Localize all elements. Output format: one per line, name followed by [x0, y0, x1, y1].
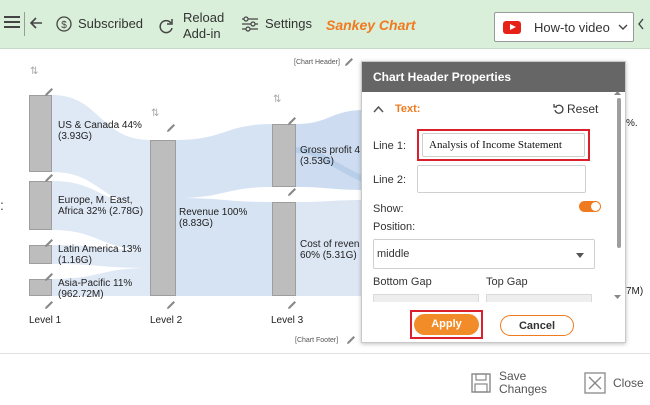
node-label-ap-1: Asia-Pacific 11% — [58, 278, 133, 289]
panel-scrollbar[interactable] — [616, 98, 621, 296]
close-icon — [584, 372, 606, 394]
position-label: Position: — [373, 221, 416, 233]
addin-label: Add-in — [183, 26, 221, 41]
node-label-us-1: US & Canada 44% — [58, 120, 142, 131]
node-label-gp-2: (3.53G) — [300, 156, 334, 167]
line2-label: Line 2: — [373, 174, 407, 186]
dollar-circle-icon: $ — [56, 16, 72, 32]
node-label-la-1: Latin America 13% — [58, 244, 142, 255]
line1-input[interactable] — [422, 133, 585, 157]
howto-label: How-to video — [534, 19, 610, 35]
reload-label: Reload — [183, 10, 225, 25]
level-2-label[interactable]: Level 2 — [150, 315, 182, 326]
chart-header-tag[interactable]: [Chart Header] — [294, 59, 340, 66]
edit-node-pencil-icon[interactable] — [44, 238, 54, 248]
subscribed-button[interactable]: $ Subscribed — [56, 16, 143, 32]
youtube-icon — [503, 20, 521, 34]
show-toggle[interactable] — [579, 201, 601, 212]
edit-level-pencil-icon[interactable] — [44, 300, 54, 310]
save-changes-button[interactable]: Save Changes — [470, 370, 547, 396]
edit-node-pencil-icon[interactable] — [44, 87, 54, 97]
flow-revenue-gross — [176, 124, 272, 198]
close-button[interactable]: Close — [584, 372, 644, 394]
chart-header-properties-panel: Chart Header Properties Text: Reset Line… — [361, 61, 626, 343]
scroll-down-arrow-icon[interactable] — [613, 294, 622, 300]
edit-node-pencil-icon[interactable] — [44, 272, 54, 282]
node-label-ap-2: (962.72M) — [58, 289, 104, 300]
app-title: Sankey Chart — [326, 17, 416, 33]
settings-button[interactable]: Settings — [241, 16, 312, 32]
node-label-rev-1: Revenue 100% — [179, 207, 248, 218]
node-label-eu-2: Africa 32% (2.78G) — [58, 206, 144, 217]
changes-label: Changes — [499, 382, 548, 396]
toggle-knob — [591, 202, 600, 211]
svg-text:$: $ — [61, 20, 67, 31]
edit-footer-pencil-icon[interactable] — [346, 335, 356, 345]
edit-node-pencil-icon[interactable] — [287, 187, 297, 197]
chevron-down-icon — [618, 24, 628, 30]
bottom-gap-label: Bottom Gap — [373, 276, 432, 288]
edit-level-pencil-icon[interactable] — [287, 300, 297, 310]
reload-addin-button[interactable]: Reload Add-in — [157, 10, 224, 42]
level-1-label[interactable]: Level 1 — [29, 315, 61, 326]
subscribed-label: Subscribed — [78, 16, 144, 31]
edit-node-pencil-icon[interactable] — [287, 116, 297, 126]
sort-level1-icon[interactable]: ⇅ — [30, 66, 38, 77]
node-label-us-2: (3.93G) — [58, 131, 92, 142]
node-europe[interactable] — [29, 181, 52, 230]
show-label: Show: — [373, 203, 404, 215]
footer-bar: Save Changes Close — [0, 353, 650, 405]
panel-title: Chart Header Properties — [362, 62, 625, 92]
level-3-label[interactable]: Level 3 — [271, 315, 303, 326]
close-label: Close — [613, 376, 644, 390]
node-label-eu-1: Europe, M. East, — [58, 195, 133, 206]
text-section-title[interactable]: Text: — [395, 103, 420, 115]
node-revenue[interactable] — [150, 140, 176, 296]
bottom-gap-input[interactable] — [373, 294, 479, 302]
chevron-left-icon[interactable] — [637, 18, 645, 30]
node-label-cr-1: Cost of reven — [300, 239, 360, 250]
position-select[interactable]: middle — [373, 239, 595, 269]
save-icon — [471, 373, 491, 393]
line1-label: Line 1: — [373, 140, 407, 152]
reload-icon — [159, 19, 173, 34]
node-label-rev-2: (8.83G) — [179, 218, 213, 229]
line2-input[interactable] — [417, 165, 586, 193]
edit-node-pencil-icon[interactable] — [44, 173, 54, 183]
node-gross-profit[interactable] — [272, 124, 296, 187]
reset-button[interactable]: Reset — [553, 102, 598, 116]
node-cost-of-revenue[interactable] — [272, 202, 296, 296]
sort-level2-icon[interactable]: ⇅ — [151, 108, 159, 119]
node-label-cr-2: 60% (5.31G) — [300, 250, 357, 261]
reset-icon — [553, 104, 564, 114]
node-label-la-2: (1.16G) — [58, 255, 92, 266]
edit-level-pencil-icon[interactable] — [166, 300, 176, 310]
node-label-gp-1: Gross profit 4 — [300, 145, 361, 156]
top-gap-input[interactable] — [486, 294, 592, 302]
reset-label: Reset — [567, 102, 599, 116]
back-arrow-icon[interactable] — [29, 16, 43, 30]
caret-down-icon — [576, 253, 584, 258]
chevron-up-icon[interactable] — [373, 105, 384, 113]
edit-header-pencil-icon[interactable] — [344, 57, 354, 67]
toolbar: $ Subscribed Reload Add-in Settings Sank… — [0, 0, 650, 49]
clipped-label-value: 7M) — [626, 286, 644, 297]
sort-level3-icon[interactable]: ⇅ — [273, 94, 281, 105]
settings-label: Settings — [265, 16, 312, 31]
sliders-icon — [242, 16, 258, 32]
clipped-label-pct: %. — [626, 118, 638, 129]
cancel-button[interactable]: Cancel — [500, 315, 574, 336]
position-value: middle — [377, 248, 410, 260]
top-gap-label: Top Gap — [486, 276, 528, 288]
scroll-up-arrow-icon[interactable] — [613, 90, 622, 96]
edit-node-pencil-icon[interactable] — [166, 123, 176, 133]
chart-footer-tag[interactable]: [Chart Footer] — [295, 337, 338, 344]
toolbar-divider — [24, 12, 25, 36]
howto-video-dropdown[interactable]: How-to video — [494, 12, 634, 42]
hamburger-menu-icon[interactable] — [4, 15, 20, 29]
node-us-canada[interactable] — [29, 95, 52, 172]
apply-button[interactable]: Apply — [414, 314, 479, 335]
scrollbar-thumb[interactable] — [617, 98, 621, 248]
collapse-handle-icon[interactable]: : — [0, 197, 4, 213]
